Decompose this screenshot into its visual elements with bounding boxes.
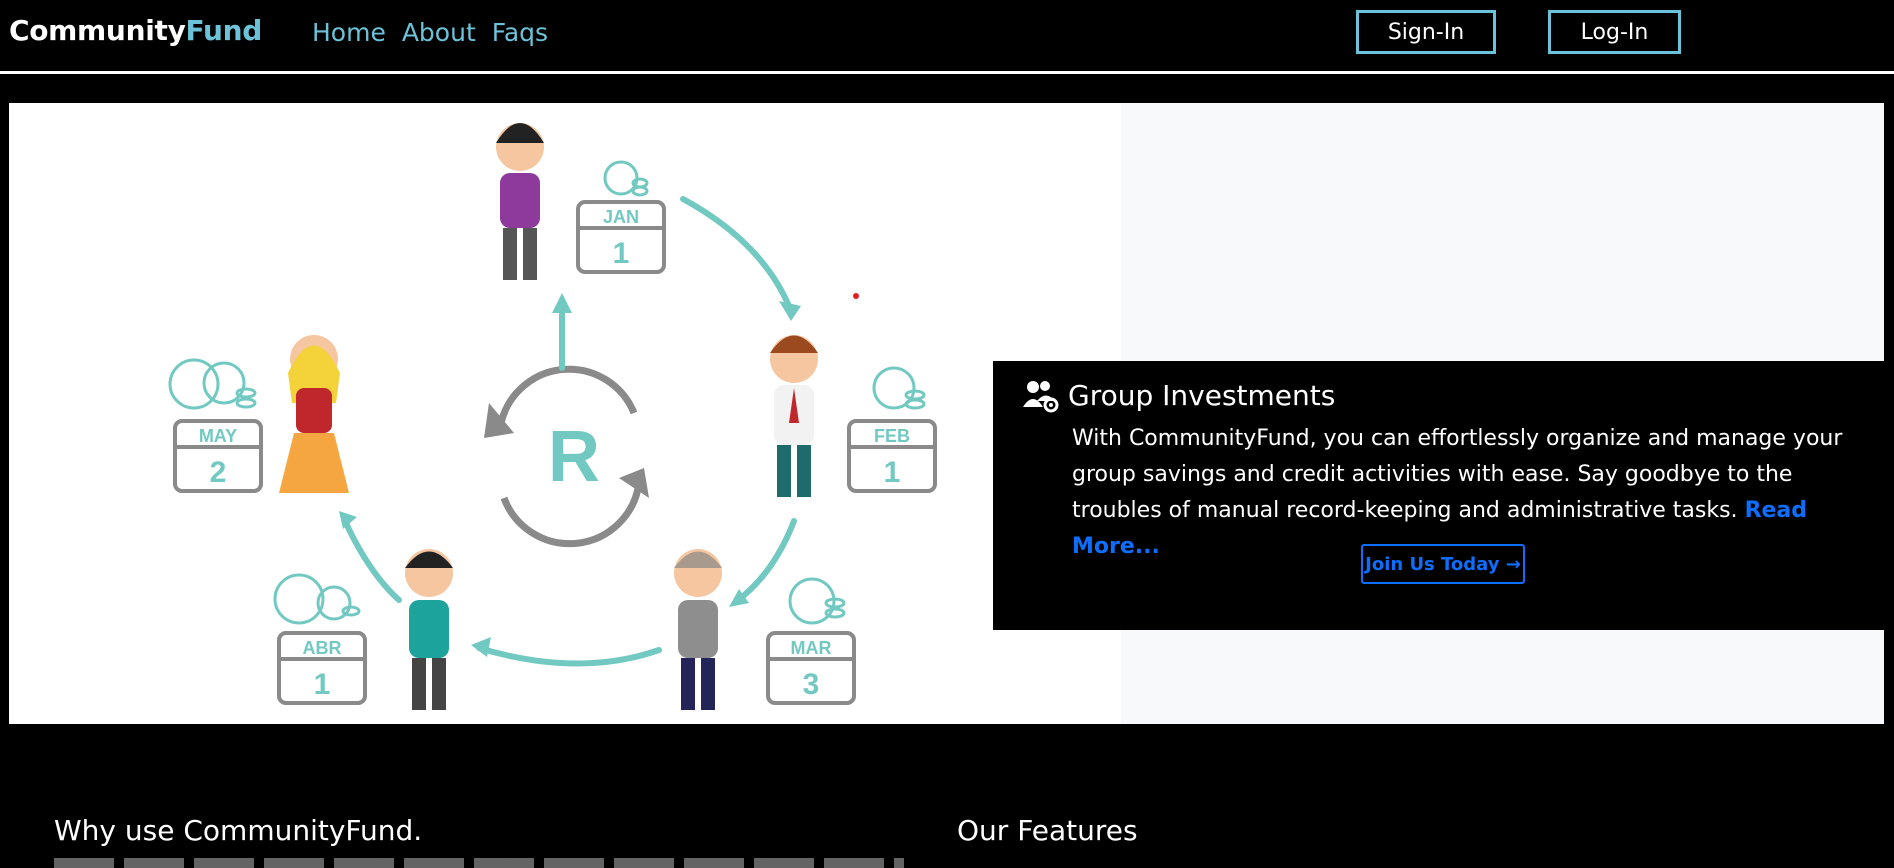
person-feb xyxy=(770,335,818,497)
nav-about[interactable]: About xyxy=(402,18,476,47)
person-mar xyxy=(674,549,722,710)
person-abr xyxy=(405,549,453,710)
person-jan xyxy=(496,123,544,280)
calendar-jan: JAN 1 xyxy=(576,200,666,274)
nav-links: Home About Faqs xyxy=(312,18,548,47)
svg-text:2: 2 xyxy=(210,456,227,489)
nav-faqs[interactable]: Faqs xyxy=(492,18,548,47)
calendar-mar: MAR 3 xyxy=(766,631,856,705)
login-button[interactable]: Log-In xyxy=(1548,10,1681,54)
brand-logo[interactable]: CommunityFund xyxy=(9,14,262,47)
svg-text:1: 1 xyxy=(884,456,901,489)
calendar-may: MAY 2 xyxy=(173,419,263,493)
svg-text:1: 1 xyxy=(613,237,630,270)
hero-carousel: R JAN 1 FEB 1 MAR 3 ABR 1 MAY 2 Group In… xyxy=(9,103,1893,724)
features-heading: Our Features xyxy=(957,814,1138,847)
brand-part-1: Community xyxy=(9,14,186,47)
why-text-cut xyxy=(54,858,904,868)
center-letter: R xyxy=(548,417,600,497)
signin-button[interactable]: Sign-In xyxy=(1356,10,1496,54)
info-card: Group Investments With CommunityFund, yo… xyxy=(993,361,1893,630)
rosca-illustration: R JAN 1 FEB 1 MAR 3 ABR 1 MAY 2 xyxy=(9,103,1121,724)
brand-part-2: Fund xyxy=(185,14,263,47)
navbar: CommunityFund Home About Faqs Sign-In Lo… xyxy=(0,0,1894,70)
rotation-icon: R xyxy=(484,365,649,548)
why-heading: Why use CommunityFund. xyxy=(54,814,423,847)
card-description-text: With CommunityFund, you can effortlessly… xyxy=(1072,426,1843,523)
calendar-feb: FEB 1 xyxy=(847,419,937,493)
svg-text:1: 1 xyxy=(314,668,331,701)
card-title: Group Investments xyxy=(1068,379,1336,412)
cursor-indicator xyxy=(853,293,859,299)
users-gear-icon xyxy=(1023,381,1059,413)
nav-home[interactable]: Home xyxy=(312,18,386,47)
join-us-button[interactable]: Join Us Today → xyxy=(1361,544,1525,584)
svg-text:JAN: JAN xyxy=(603,207,639,227)
calendar-abr: ABR 1 xyxy=(277,631,367,705)
svg-text:ABR: ABR xyxy=(303,638,342,658)
svg-text:MAY: MAY xyxy=(199,426,237,446)
svg-text:3: 3 xyxy=(803,668,820,701)
svg-text:FEB: FEB xyxy=(874,426,910,446)
svg-text:MAR: MAR xyxy=(791,638,832,658)
person-may xyxy=(279,335,349,493)
nav-divider xyxy=(0,71,1894,74)
